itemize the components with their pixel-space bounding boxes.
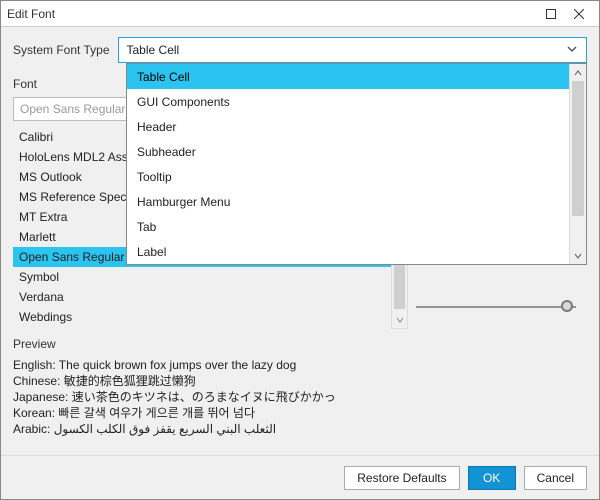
dialog-content: System Font Type Table Cell Table CellGU… xyxy=(1,27,599,455)
dialog-footer: Restore Defaults OK Cancel xyxy=(1,455,599,499)
system-font-type-combo[interactable]: Table Cell xyxy=(118,37,588,63)
maximize-button[interactable] xyxy=(537,4,565,24)
dropdown-option[interactable]: Label xyxy=(127,239,569,264)
preview-line: Chinese: 敏捷的棕色狐狸跳过懒狗 xyxy=(13,373,587,389)
dropdown-option[interactable]: Tab xyxy=(127,214,569,239)
dropdown-option[interactable]: GUI Components xyxy=(127,89,569,114)
system-font-type-label: System Font Type xyxy=(13,43,110,57)
dropdown-option[interactable]: Table Cell xyxy=(127,64,569,89)
scroll-down-icon[interactable] xyxy=(570,247,586,264)
scroll-track[interactable] xyxy=(570,81,586,247)
scroll-up-icon[interactable] xyxy=(570,64,586,81)
dropdown-scrollbar[interactable] xyxy=(569,64,586,264)
dropdown-option[interactable]: Hamburger Menu xyxy=(127,189,569,214)
font-search-placeholder: Open Sans Regular xyxy=(20,102,125,116)
chevron-down-icon xyxy=(566,43,578,58)
preview-line: English: The quick brown fox jumps over … xyxy=(13,357,587,373)
slider-rail xyxy=(416,306,576,308)
edit-font-dialog: Edit Font System Font Type Table Cell Ta… xyxy=(0,0,600,500)
titlebar: Edit Font xyxy=(1,1,599,27)
window-title: Edit Font xyxy=(7,7,537,21)
font-list-item[interactable]: Symbol xyxy=(13,267,408,287)
preview-text: English: The quick brown fox jumps over … xyxy=(13,357,587,437)
system-font-type-dropdown: Table CellGUI ComponentsHeaderSubheaderT… xyxy=(126,63,587,265)
cancel-button[interactable]: Cancel xyxy=(524,466,587,490)
close-button[interactable] xyxy=(565,4,593,24)
slider-knob[interactable] xyxy=(561,300,573,312)
dropdown-option[interactable]: Tooltip xyxy=(127,164,569,189)
combo-value: Table Cell xyxy=(127,43,567,57)
size-slider[interactable] xyxy=(416,297,576,317)
font-list-item[interactable]: Verdana xyxy=(13,287,408,307)
preview-line: Japanese: 速い茶色のキツネは、のろまなイヌに飛びかかっ xyxy=(13,389,587,405)
dropdown-option[interactable]: Subheader xyxy=(127,139,569,164)
dropdown-option[interactable]: Header xyxy=(127,114,569,139)
preview-line: Korean: 빠른 갈색 여우가 게으른 개를 뛰어 넘다 xyxy=(13,405,587,421)
scroll-thumb[interactable] xyxy=(572,81,584,216)
scroll-down-icon[interactable] xyxy=(392,311,407,328)
restore-defaults-button[interactable]: Restore Defaults xyxy=(344,466,459,490)
preview-line: Arabic: ‏الثعلب البني السريع يقفز فوق ال… xyxy=(13,421,587,437)
preview-label: Preview xyxy=(13,337,587,351)
ok-button[interactable]: OK xyxy=(468,466,516,490)
font-list-item[interactable]: Webdings xyxy=(13,307,408,327)
